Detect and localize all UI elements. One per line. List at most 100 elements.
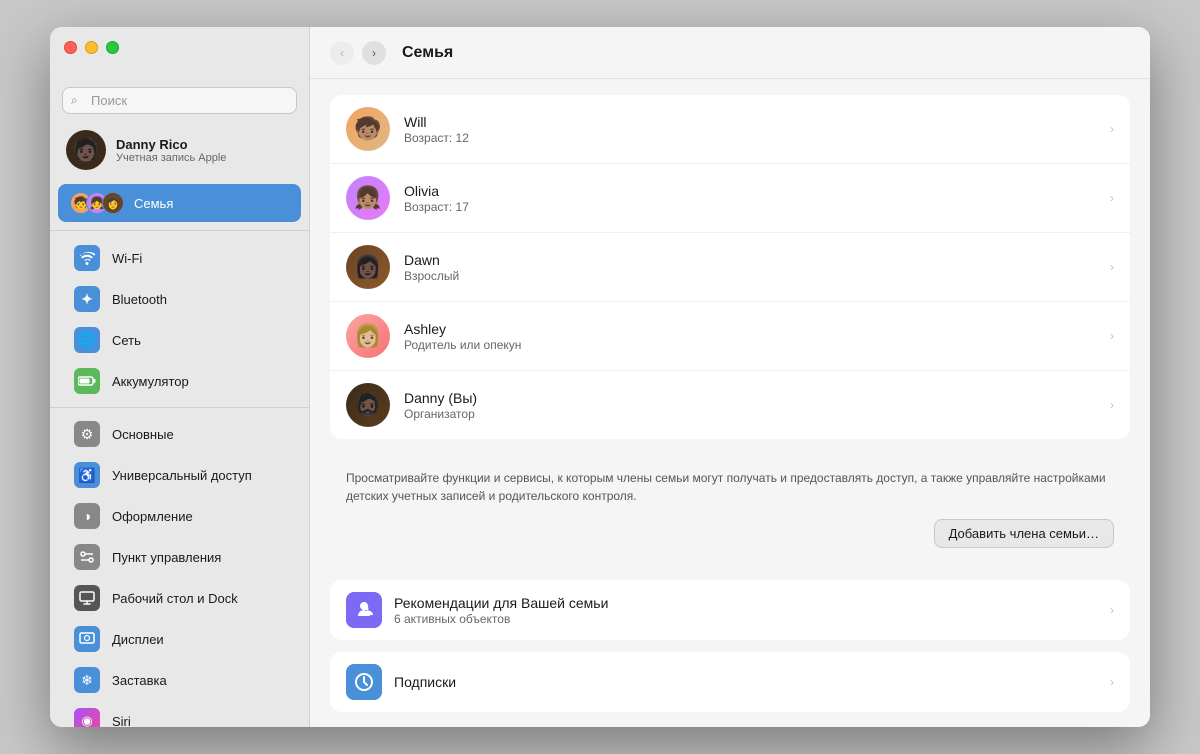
member-ashley[interactable]: 👩🏼 Ashley Родитель или опекун › — [330, 302, 1130, 371]
chevron-ashley: › — [1110, 329, 1114, 343]
sidebar-item-general[interactable]: ⚙ Основные — [58, 414, 301, 454]
sidebar-item-wifi-label: Wi-Fi — [112, 251, 142, 266]
sidebar-item-wifi[interactable]: Wi-Fi — [58, 238, 301, 278]
sidebar-item-desktop-label: Рабочий стол и Dock — [112, 591, 238, 606]
user-avatar-emoji: 🧑🏿 — [72, 137, 99, 163]
member-danny-role: Организатор — [404, 407, 1110, 421]
sidebar-item-displays[interactable]: Дисплеи — [58, 619, 301, 659]
family-mini-avatar-3: 👩 — [102, 192, 124, 214]
avatar-ashley: 👩🏼 — [346, 314, 390, 358]
member-will-name: Will — [404, 114, 1110, 130]
main-header: ‹ › Семья — [310, 27, 1150, 79]
family-avatars: 🧒 👧 👩 — [70, 192, 124, 214]
avatar-dawn: 👩🏿 — [346, 245, 390, 289]
sidebar-scroll: Wi-Fi ✦ Bluetooth 🌐 Сеть — [50, 237, 309, 727]
chevron-subscriptions: › — [1110, 675, 1114, 689]
bluetooth-icon: ✦ — [74, 286, 100, 312]
minimize-button[interactable] — [85, 41, 98, 54]
member-will[interactable]: 🧒🏽 Will Возраст: 12 › — [330, 95, 1130, 164]
chevron-dawn: › — [1110, 260, 1114, 274]
subscriptions-info: Подписки — [394, 674, 1110, 690]
sidebar-item-battery-label: Аккумулятор — [112, 374, 189, 389]
sidebar: ⌕ Поиск 🧑🏿 Danny Rico Учетная запись App… — [50, 27, 310, 727]
recommendations-name: Рекомендации для Вашей семьи — [394, 595, 1110, 611]
family-label: Семья — [134, 196, 173, 211]
sidebar-item-accessibility[interactable]: ♿ Универсальный доступ — [58, 455, 301, 495]
sidebar-item-network-label: Сеть — [112, 333, 141, 348]
add-member-button[interactable]: Добавить члена семьи… — [934, 519, 1114, 548]
search-placeholder: Поиск — [91, 93, 127, 108]
main-content: 🧒🏽 Will Возраст: 12 › 👧🏽 Olivia Возраст:… — [310, 79, 1150, 727]
sidebar-item-network[interactable]: 🌐 Сеть — [58, 320, 301, 360]
member-ashley-role: Родитель или опекун — [404, 338, 1110, 352]
accessibility-icon: ♿ — [74, 462, 100, 488]
search-bar[interactable]: ⌕ Поиск — [62, 87, 297, 114]
displays-icon — [74, 626, 100, 652]
sidebar-divider-2 — [50, 407, 309, 408]
member-dawn-role: Взрослый — [404, 269, 1110, 283]
member-olivia-role: Возраст: 17 — [404, 200, 1110, 214]
member-will-info: Will Возраст: 12 — [404, 114, 1110, 145]
sidebar-item-bluetooth-label: Bluetooth — [112, 292, 167, 307]
battery-icon — [74, 368, 100, 394]
member-dawn-info: Dawn Взрослый — [404, 252, 1110, 283]
sidebar-item-appearance-label: Оформление — [112, 509, 193, 524]
screensaver-icon: ❄ — [74, 667, 100, 693]
member-ashley-name: Ashley — [404, 321, 1110, 337]
avatar-danny: 🧔🏿 — [346, 383, 390, 427]
back-button[interactable]: ‹ — [330, 41, 354, 65]
member-danny-name: Danny (Вы) — [404, 390, 1110, 406]
avatar-olivia: 👧🏽 — [346, 176, 390, 220]
member-danny-info: Danny (Вы) Организатор — [404, 390, 1110, 421]
user-subtitle: Учетная запись Apple — [116, 152, 226, 164]
desktop-icon — [74, 585, 100, 611]
member-dawn[interactable]: 👩🏿 Dawn Взрослый › — [330, 233, 1130, 302]
member-will-role: Возраст: 12 — [404, 131, 1110, 145]
traffic-lights — [64, 41, 119, 54]
sidebar-item-siri-label: Siri — [112, 714, 131, 728]
sidebar-item-control-label: Пункт управления — [112, 550, 221, 565]
chevron-will: › — [1110, 122, 1114, 136]
main-panel: ‹ › Семья 🧒🏽 Will Возраст: 12 › — [310, 27, 1150, 727]
close-button[interactable] — [64, 41, 77, 54]
sidebar-item-displays-label: Дисплеи — [112, 632, 164, 647]
search-icon: ⌕ — [71, 93, 78, 108]
avatar-will: 🧒🏽 — [346, 107, 390, 151]
member-danny[interactable]: 🧔🏿 Danny (Вы) Организатор › — [330, 371, 1130, 439]
recommendations-sub: 6 активных объектов — [394, 612, 1110, 626]
recommendations-row[interactable]: Рекомендации для Вашей семьи 6 активных … — [330, 580, 1130, 640]
sidebar-item-screensaver-label: Заставка — [112, 673, 167, 688]
maximize-button[interactable] — [106, 41, 119, 54]
sidebar-divider-1 — [50, 230, 309, 231]
recommendations-card: Рекомендации для Вашей семьи 6 активных … — [330, 580, 1130, 640]
members-card: 🧒🏽 Will Возраст: 12 › 👧🏽 Olivia Возраст:… — [330, 95, 1130, 439]
sidebar-item-screensaver[interactable]: ❄ Заставка — [58, 660, 301, 700]
sidebar-item-accessibility-label: Универсальный доступ — [112, 468, 252, 483]
page-title: Семья — [402, 44, 453, 62]
subscriptions-row[interactable]: Подписки › — [330, 652, 1130, 712]
avatar: 🧑🏿 — [66, 130, 106, 170]
wifi-icon — [74, 245, 100, 271]
sidebar-item-bluetooth[interactable]: ✦ Bluetooth — [58, 279, 301, 319]
sidebar-item-control[interactable]: Пункт управления — [58, 537, 301, 577]
add-member-section: Добавить члена семьи… — [330, 509, 1130, 564]
sidebar-item-siri[interactable]: ◉ Siri — [58, 701, 301, 727]
user-profile[interactable]: 🧑🏿 Danny Rico Учетная запись Apple — [50, 118, 309, 182]
user-info: Danny Rico Учетная запись Apple — [116, 137, 226, 164]
member-ashley-info: Ashley Родитель или опекун — [404, 321, 1110, 352]
sidebar-item-battery[interactable]: Аккумулятор — [58, 361, 301, 401]
sidebar-item-family[interactable]: 🧒 👧 👩 Семья — [58, 184, 301, 222]
recommendations-info: Рекомендации для Вашей семьи 6 активных … — [394, 595, 1110, 626]
forward-button[interactable]: › — [362, 41, 386, 65]
sidebar-item-desktop[interactable]: Рабочий стол и Dock — [58, 578, 301, 618]
member-olivia[interactable]: 👧🏽 Olivia Возраст: 17 › — [330, 164, 1130, 233]
description-section: Просматривайте функции и сервисы, к кото… — [330, 455, 1130, 564]
appearance-icon: ◑ — [74, 503, 100, 529]
description-text: Просматривайте функции и сервисы, к кото… — [330, 455, 1130, 509]
subscriptions-icon — [346, 664, 382, 700]
member-olivia-info: Olivia Возраст: 17 — [404, 183, 1110, 214]
general-icon: ⚙ — [74, 421, 100, 447]
sidebar-item-appearance[interactable]: ◑ Оформление — [58, 496, 301, 536]
control-icon — [74, 544, 100, 570]
recommendations-icon — [346, 592, 382, 628]
